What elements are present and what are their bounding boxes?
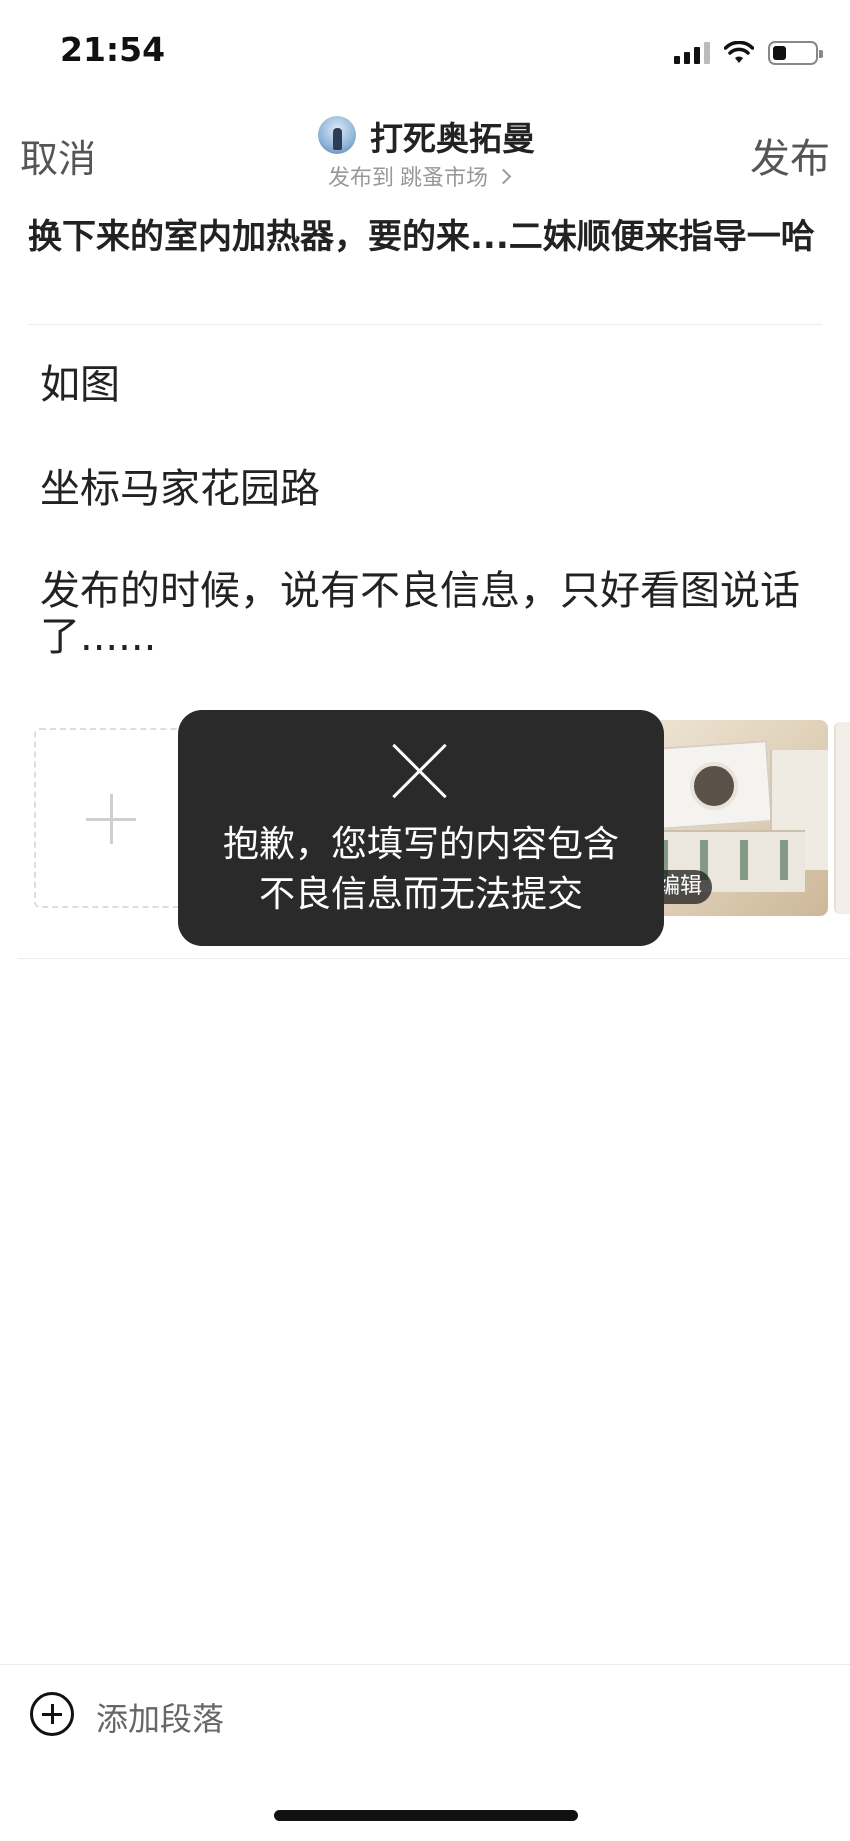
battery-icon [768,41,823,65]
body-paragraph[interactable]: 发布的时候，说有不良信息，只好看图说话了...... [40,568,800,660]
status-time: 21:54 [60,30,166,69]
publish-target: 跳蚤市场 [400,166,489,191]
cancel-button[interactable]: 取消 [20,128,96,183]
publish-prefix: 发布到 [328,166,395,191]
status-icons [674,38,823,68]
body-paragraph[interactable]: 坐标马家花园路 [40,466,800,512]
body-paragraph[interactable]: 如图 [40,362,800,408]
toast-message-line: 不良信息而无法提交 [258,874,583,915]
add-image-button[interactable] [34,728,184,908]
close-icon [390,740,450,800]
toast-message: 抱歉，您填写的内容包含 不良信息而无法提交 [178,820,664,920]
error-toast: 抱歉，您填写的内容包含 不良信息而无法提交 [178,710,664,946]
wifi-icon [724,41,754,63]
divider [0,1664,850,1665]
chevron-right-icon [495,168,512,184]
add-paragraph-button[interactable]: 添加段落 [96,1694,224,1740]
publish-destination-selector[interactable]: 发布到 跳蚤市场 [328,160,512,192]
toast-message-line: 抱歉，您填写的内容包含 [222,824,619,865]
signal-icon [674,42,710,64]
publish-button[interactable]: 发布 [750,126,830,184]
user-name: 打死奥拓曼 [370,119,535,158]
divider [28,324,822,325]
home-indicator[interactable] [274,1810,578,1821]
divider [18,958,850,959]
photo-thumbnail-partial[interactable] [834,722,850,914]
add-circle-icon[interactable] [30,1692,74,1736]
post-title-field[interactable]: 换下来的室内加热器，要的来...二妹顺便来指导一哈 [28,216,818,258]
avatar [318,116,356,154]
